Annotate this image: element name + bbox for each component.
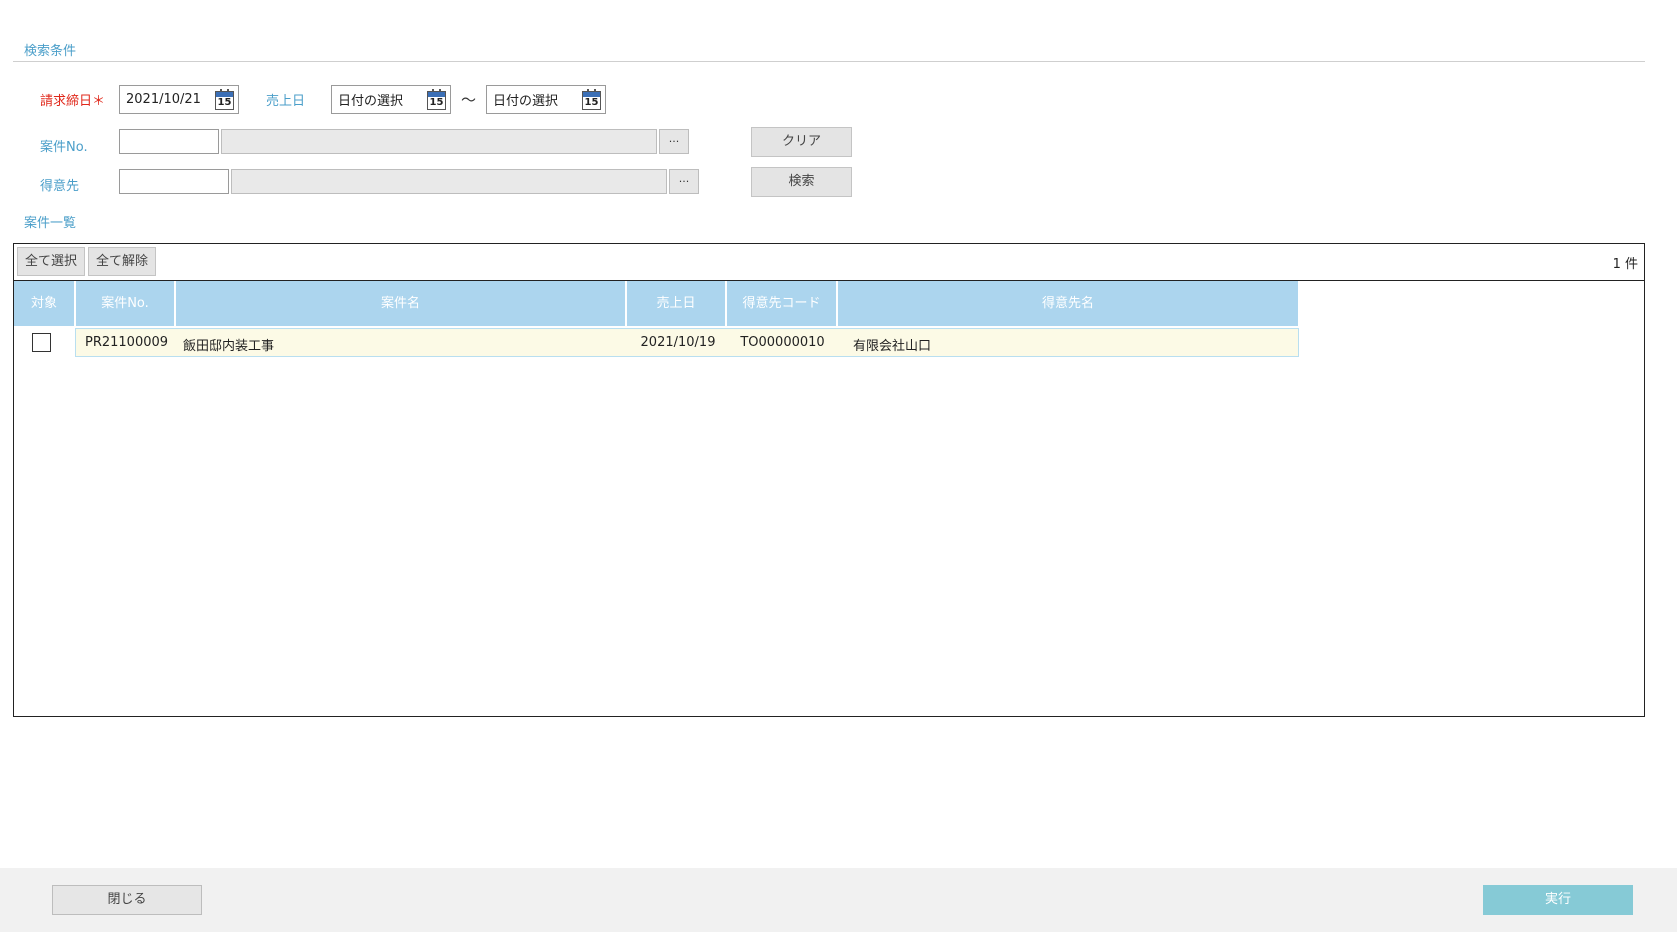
customer-code-input[interactable] [119, 169, 229, 194]
sales-date-from-field[interactable]: 日付の選択 15 [331, 85, 451, 114]
search-button[interactable]: 検索 [751, 167, 852, 197]
search-section-title: 検索条件 [24, 44, 77, 59]
footer-bar: 閉じる 実行 [0, 868, 1677, 932]
case-no-label: 案件No. [40, 140, 88, 155]
case-no-name-display [221, 129, 657, 154]
clear-button[interactable]: クリア [751, 127, 852, 157]
cell-case-name: 飯田邸内装工事 [183, 339, 275, 354]
ellipsis-icon: ··· [668, 134, 680, 148]
calendar-icon[interactable]: 15 [582, 89, 601, 110]
row-select-checkbox[interactable] [32, 333, 51, 352]
execute-button[interactable]: 実行 [1483, 885, 1633, 915]
customer-lookup-button[interactable]: ··· [669, 169, 699, 194]
case-no-code-input[interactable] [119, 129, 219, 154]
search-section-divider [13, 61, 1645, 62]
date-range-tilde: ～ [461, 91, 477, 109]
cell-customer-name: 有限会社山口 [853, 339, 932, 354]
list-section-title: 案件一覧 [24, 216, 77, 231]
column-header-sales-date[interactable]: 売上日 [627, 281, 727, 326]
column-header-target: 対象 [14, 281, 76, 326]
sales-date-to-field[interactable]: 日付の選択 15 [486, 85, 606, 114]
sales-date-to-placeholder: 日付の選択 [493, 94, 559, 109]
select-all-button[interactable]: 全て選択 [17, 247, 85, 276]
record-count: 1 件 [1612, 257, 1638, 272]
sales-date-from-placeholder: 日付の選択 [338, 94, 404, 109]
cell-customer-code: TO00000010 [740, 335, 825, 350]
sales-date-label: 売上日 [266, 94, 306, 109]
customer-label: 得意先 [40, 179, 80, 194]
table-row[interactable]: PR21100009 飯田邸内装工事 2021/10/19 TO00000010… [75, 328, 1299, 357]
close-button[interactable]: 閉じる [52, 885, 202, 915]
column-header-case-name[interactable]: 案件名 [176, 281, 627, 326]
column-header-customer-code[interactable]: 得意先コード [727, 281, 838, 326]
column-header-case-no[interactable]: 案件No. [76, 281, 176, 326]
closing-date-field[interactable]: 2021/10/21 15 [119, 85, 239, 114]
calendar-icon[interactable]: 15 [427, 89, 446, 110]
cell-sales-date: 2021/10/19 [640, 335, 716, 350]
deselect-all-button[interactable]: 全て解除 [88, 247, 156, 276]
customer-name-display [231, 169, 667, 194]
case-list-grid: 全て選択 全て解除 1 件 対象 案件No. 案件名 売上日 得意先コード 得意… [13, 243, 1645, 717]
closing-date-label: 請求締日＊ [40, 94, 106, 109]
column-header-customer-name[interactable]: 得意先名 [838, 281, 1298, 326]
calendar-icon[interactable]: 15 [215, 89, 234, 110]
closing-date-value: 2021/10/21 [126, 92, 201, 107]
case-no-lookup-button[interactable]: ··· [659, 129, 689, 154]
ellipsis-icon: ··· [678, 174, 690, 188]
cell-case-no: PR21100009 [85, 335, 169, 350]
